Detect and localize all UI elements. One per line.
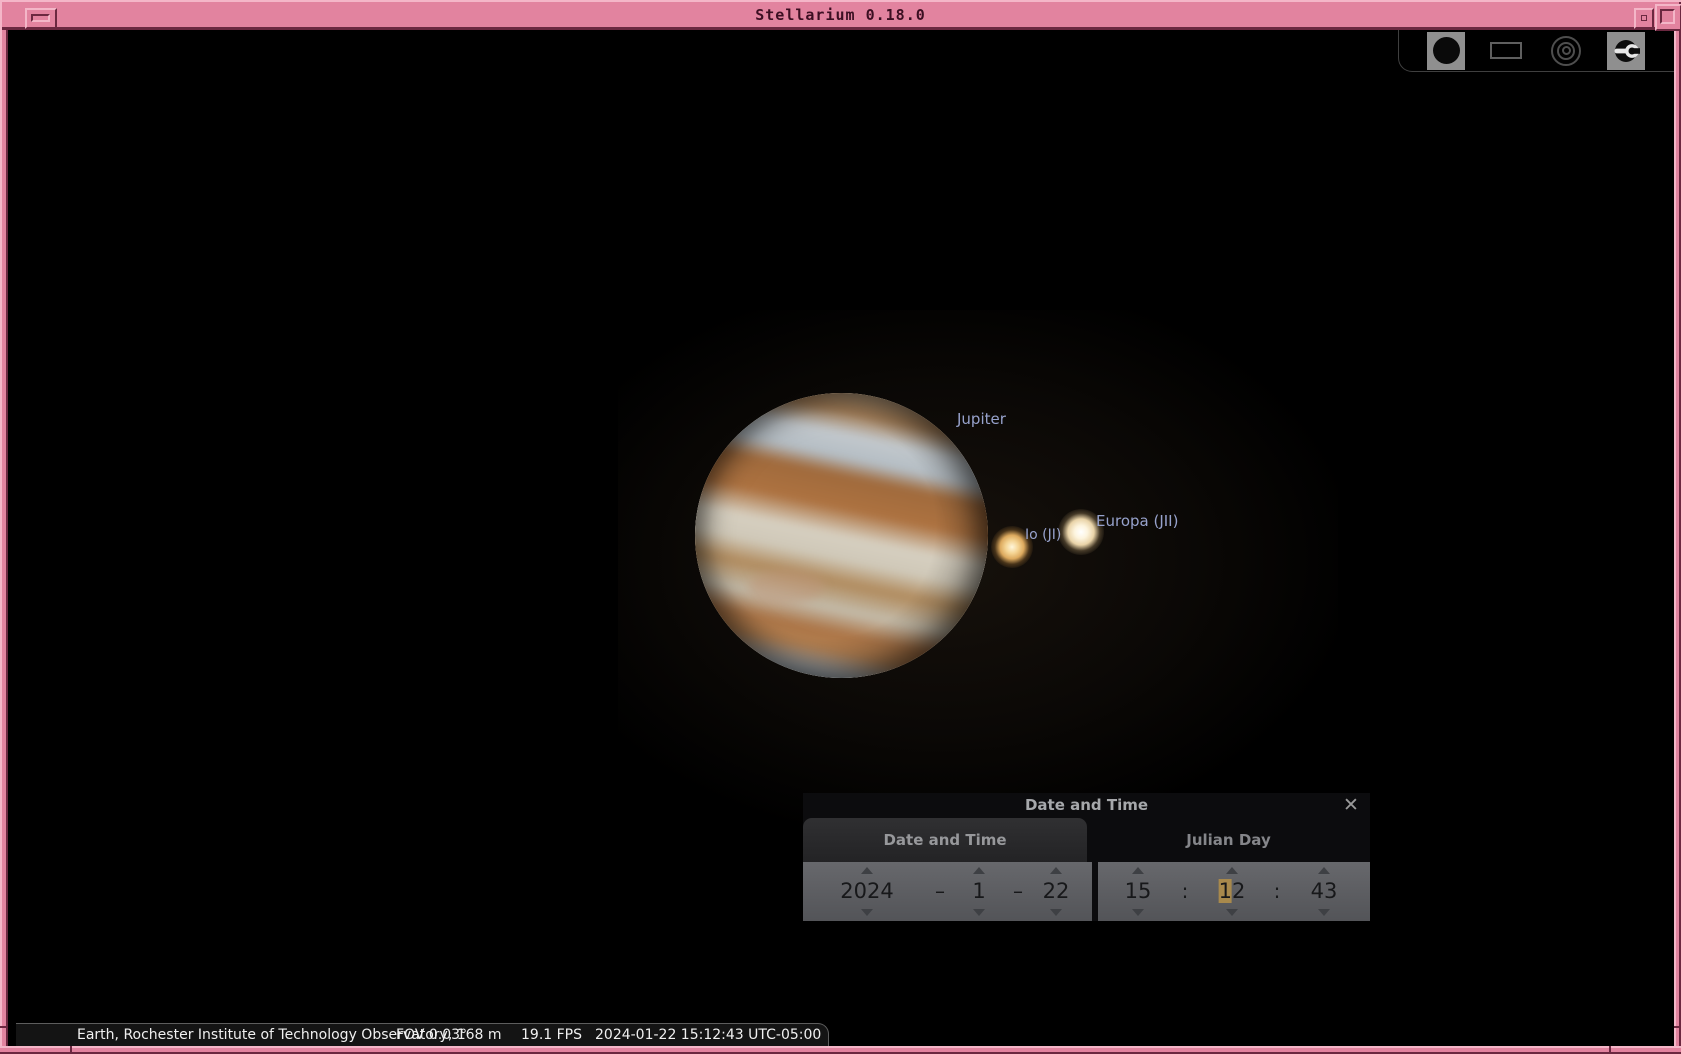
ocular-view-button[interactable] [1427, 32, 1465, 70]
iconify-button[interactable] [1634, 8, 1654, 29]
oculars-toolbar [1398, 30, 1674, 72]
window-frame-bottom[interactable] [0, 1046, 1681, 1054]
time-spinner-panel: 15 : 12 : 43 [1098, 862, 1370, 921]
sky-viewport[interactable]: Jupiter Io (JI) Europa (JII) [8, 30, 1674, 1047]
maximize-button[interactable] [1655, 4, 1681, 31]
ccd-sensor-frame-icon [1490, 42, 1522, 59]
window-title: Stellarium 0.18.0 [0, 6, 1681, 24]
stellarium-window: Jupiter Io (JI) Europa (JII) [0, 0, 1681, 1054]
maximize-icon [1660, 9, 1675, 24]
minute-spinner[interactable]: 12 [1219, 862, 1246, 921]
dialog-spinners: 2024 – 1 – 22 15 : 12 [803, 862, 1370, 921]
window-frame-left[interactable] [0, 30, 8, 1054]
fps-status: 19.1 FPS [521, 1027, 582, 1043]
fov-status: FOV 0.03° [396, 1027, 467, 1043]
tab-date-and-time[interactable]: Date and Time [803, 818, 1087, 862]
frame-handle-notch [1609, 1046, 1611, 1054]
window-titlebar[interactable]: Stellarium 0.18.0 [0, 0, 1681, 30]
telrad-button[interactable] [1547, 32, 1585, 70]
window-frame-right[interactable] [1674, 30, 1681, 1054]
minute-digit: 2 [1232, 879, 1245, 903]
second-spinner[interactable]: 43 [1311, 862, 1338, 921]
close-icon[interactable]: ✕ [1340, 794, 1362, 816]
ccd-sensor-button[interactable] [1487, 32, 1525, 70]
wrench-icon [1611, 36, 1641, 66]
date-separator: – [935, 862, 945, 921]
month-spinner[interactable]: 1 [972, 862, 985, 921]
jupiter-limb-shading [695, 393, 988, 678]
window-menu-icon [31, 14, 50, 22]
hour-spinner[interactable]: 15 [1125, 862, 1152, 921]
ocular-view-icon [1433, 37, 1460, 64]
day-spinner[interactable]: 22 [1043, 862, 1070, 921]
jupiter-label: Jupiter [957, 410, 1006, 428]
status-bar: Earth, Rochester Institute of Technology… [16, 1023, 829, 1047]
frame-handle-notch [70, 1046, 72, 1054]
frame-handle-notch [1674, 1026, 1681, 1028]
telrad-sight-icon [1551, 36, 1581, 66]
year-spinner[interactable]: 2024 [840, 862, 893, 921]
date-time-dialog: Date and Time ✕ Date and Time Julian Day… [803, 793, 1370, 921]
planet-jupiter[interactable] [695, 393, 988, 678]
date-separator: – [1013, 862, 1023, 921]
oculars-settings-button[interactable] [1607, 32, 1645, 70]
window-menu-button[interactable] [25, 8, 57, 29]
dialog-tabs: Date and Time Julian Day [803, 818, 1370, 862]
date-spinner-panel: 2024 – 1 – 22 [803, 862, 1092, 921]
io-label: Io (JI) [1025, 527, 1061, 543]
europa-label: Europa (JII) [1096, 512, 1178, 530]
datetime-status[interactable]: 2024-01-22 15:12:43 UTC-05:00 [595, 1027, 821, 1043]
minute-digit-highlighted: 1 [1219, 879, 1232, 903]
iconify-icon [1641, 15, 1647, 21]
time-separator: : [1274, 862, 1281, 921]
tab-julian-day[interactable]: Julian Day [1087, 818, 1370, 862]
time-separator: : [1182, 862, 1189, 921]
frame-handle-notch [0, 1026, 8, 1028]
dialog-title: Date and Time [803, 796, 1370, 814]
